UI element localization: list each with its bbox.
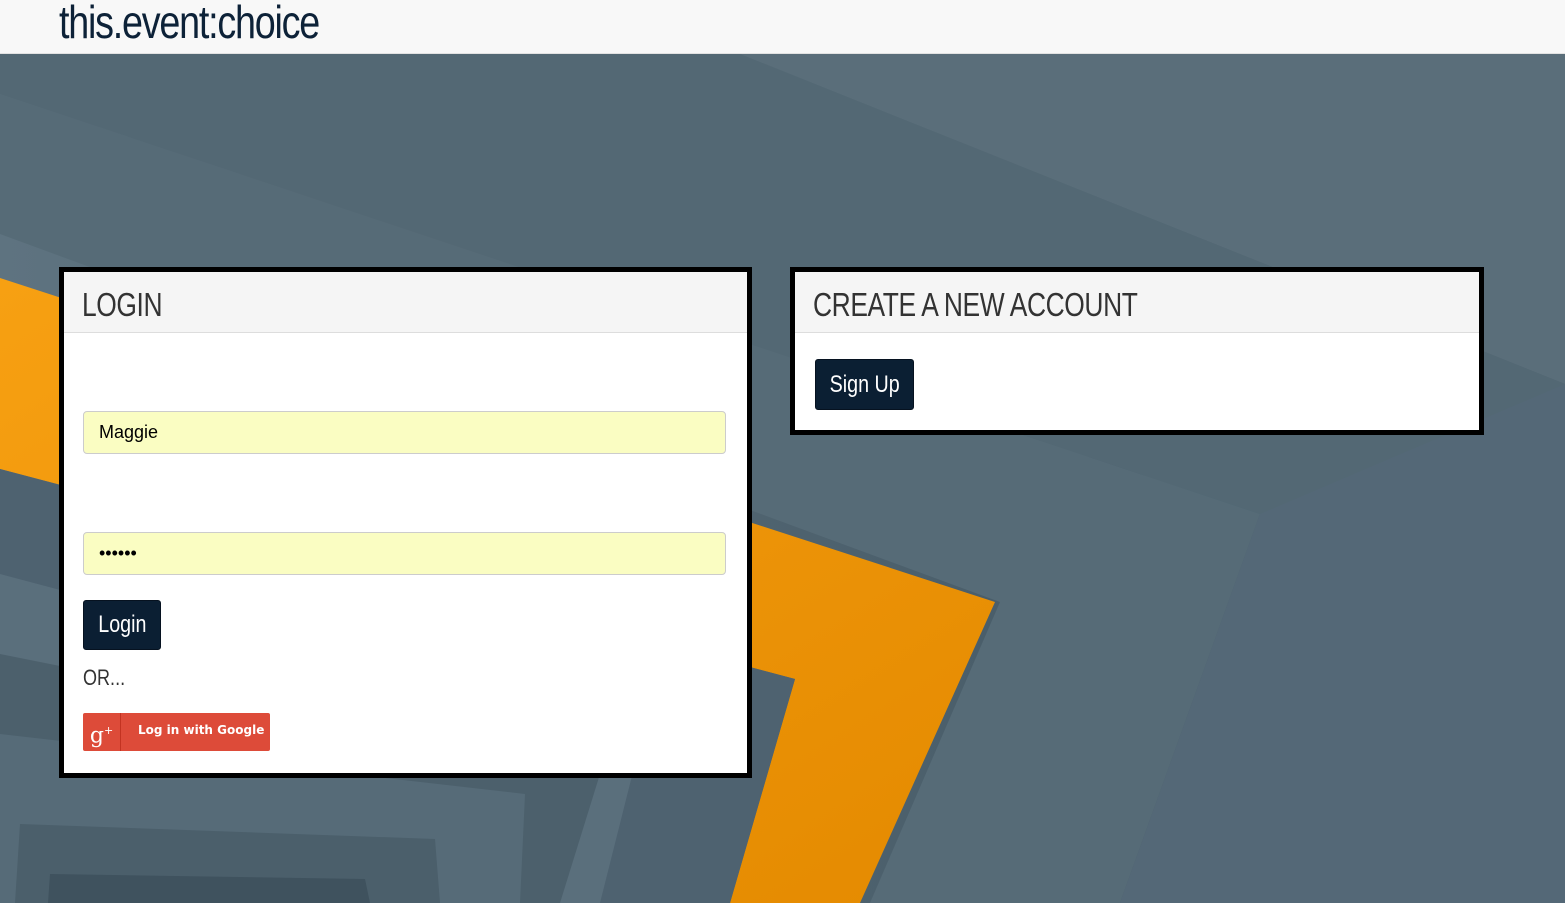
login-button-label: Login <box>97 611 147 638</box>
signup-panel-title: CREATE A NEW ACCOUNT <box>813 286 1138 323</box>
google-login-label: Log in with Google <box>138 723 265 737</box>
brand-logo-text[interactable]: this.event:choice <box>59 0 320 49</box>
password-input[interactable] <box>83 532 726 575</box>
login-button[interactable]: Login <box>83 600 161 650</box>
google-login-button[interactable]: g+ Log in with Google <box>83 713 270 751</box>
login-panel-header: LOGIN <box>64 272 747 333</box>
login-panel: LOGIN Login OR... g+ Log in with Google <box>59 267 752 778</box>
signup-button[interactable]: Sign Up <box>815 359 914 410</box>
signup-panel-header: CREATE A NEW ACCOUNT <box>795 272 1479 333</box>
google-plus-icon: g+ <box>83 713 121 751</box>
login-panel-title: LOGIN <box>82 286 163 323</box>
top-navbar: this.event:choice <box>0 0 1565 54</box>
or-separator: OR... <box>83 665 126 690</box>
signup-panel: CREATE A NEW ACCOUNT Sign Up <box>790 267 1484 435</box>
signup-button-label: Sign Up <box>829 370 900 398</box>
username-input[interactable] <box>83 411 726 454</box>
